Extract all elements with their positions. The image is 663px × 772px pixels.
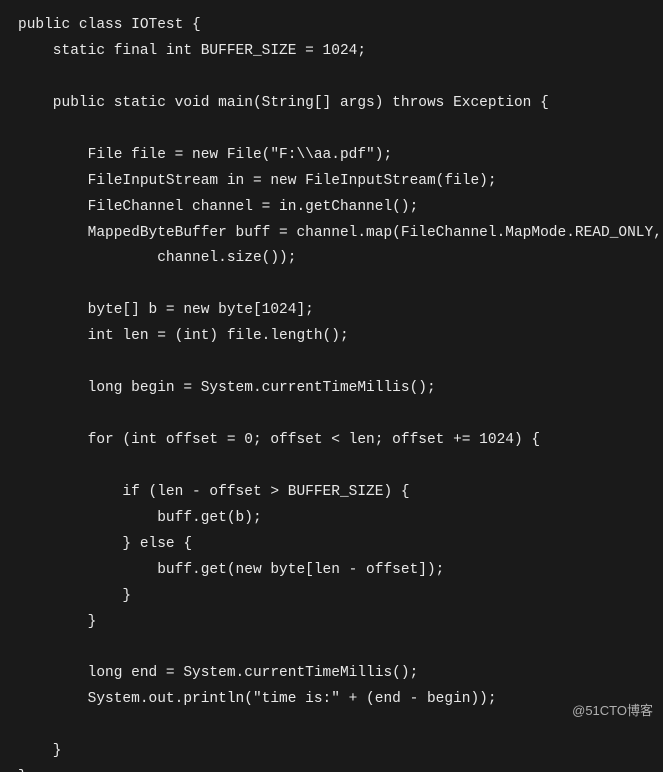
code-block: public class IOTest { static final int B…: [0, 0, 663, 772]
code-content: public class IOTest { static final int B…: [18, 17, 663, 772]
watermark-label: @51CTO博客: [572, 700, 653, 719]
